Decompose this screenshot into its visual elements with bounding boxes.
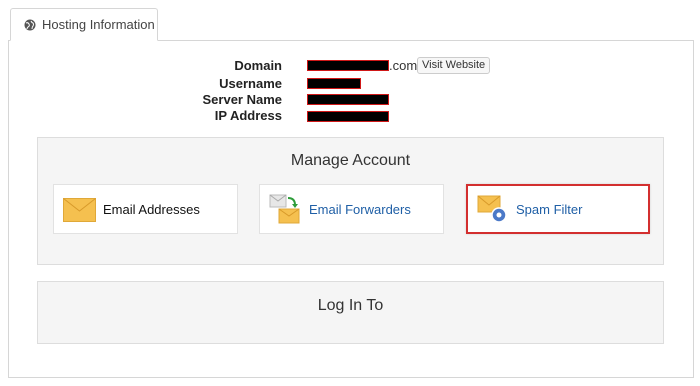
spam-filter-icon — [477, 195, 507, 223]
email-addresses-label: Email Addresses — [103, 201, 200, 217]
ip-address-row: IP Address — [0, 108, 700, 124]
globe-icon — [24, 19, 36, 30]
server-name-label: Server Name — [202, 92, 283, 107]
envelope-icon — [63, 198, 96, 222]
visit-website-button[interactable]: Visit Website — [417, 57, 491, 74]
server-name-row: Server Name — [0, 92, 700, 108]
manage-account-box: Manage Account Email Addresses Email For… — [37, 137, 664, 265]
spam-filter-tile[interactable]: Spam Filter — [466, 184, 650, 234]
spam-filter-label: Spam Filter — [516, 201, 583, 217]
ip-address-redacted — [307, 111, 389, 122]
domain-label: Domain — [234, 58, 282, 73]
log-in-to-box: Log In To — [37, 281, 664, 344]
username-label: Username — [219, 76, 282, 91]
username-redacted — [307, 78, 361, 89]
username-row: Username — [0, 76, 700, 92]
email-addresses-tile[interactable]: Email Addresses — [53, 184, 238, 234]
manage-account-title: Manage Account — [290, 152, 411, 169]
domain-suffix: .com — [389, 58, 418, 73]
tab-hosting-information[interactable]: Hosting Information — [10, 8, 158, 41]
ip-address-label: IP Address — [214, 108, 282, 123]
log-in-to-title: Log In To — [317, 297, 384, 314]
email-forwarders-label: Email Forwarders — [309, 201, 411, 217]
domain-row: Domain .com Visit Website — [0, 57, 700, 74]
email-forwarders-tile[interactable]: Email Forwarders — [259, 184, 444, 234]
tab-label: Hosting Information — [42, 17, 155, 32]
server-name-redacted — [307, 94, 389, 105]
domain-redacted — [307, 60, 389, 71]
email-forward-icon — [269, 194, 300, 224]
